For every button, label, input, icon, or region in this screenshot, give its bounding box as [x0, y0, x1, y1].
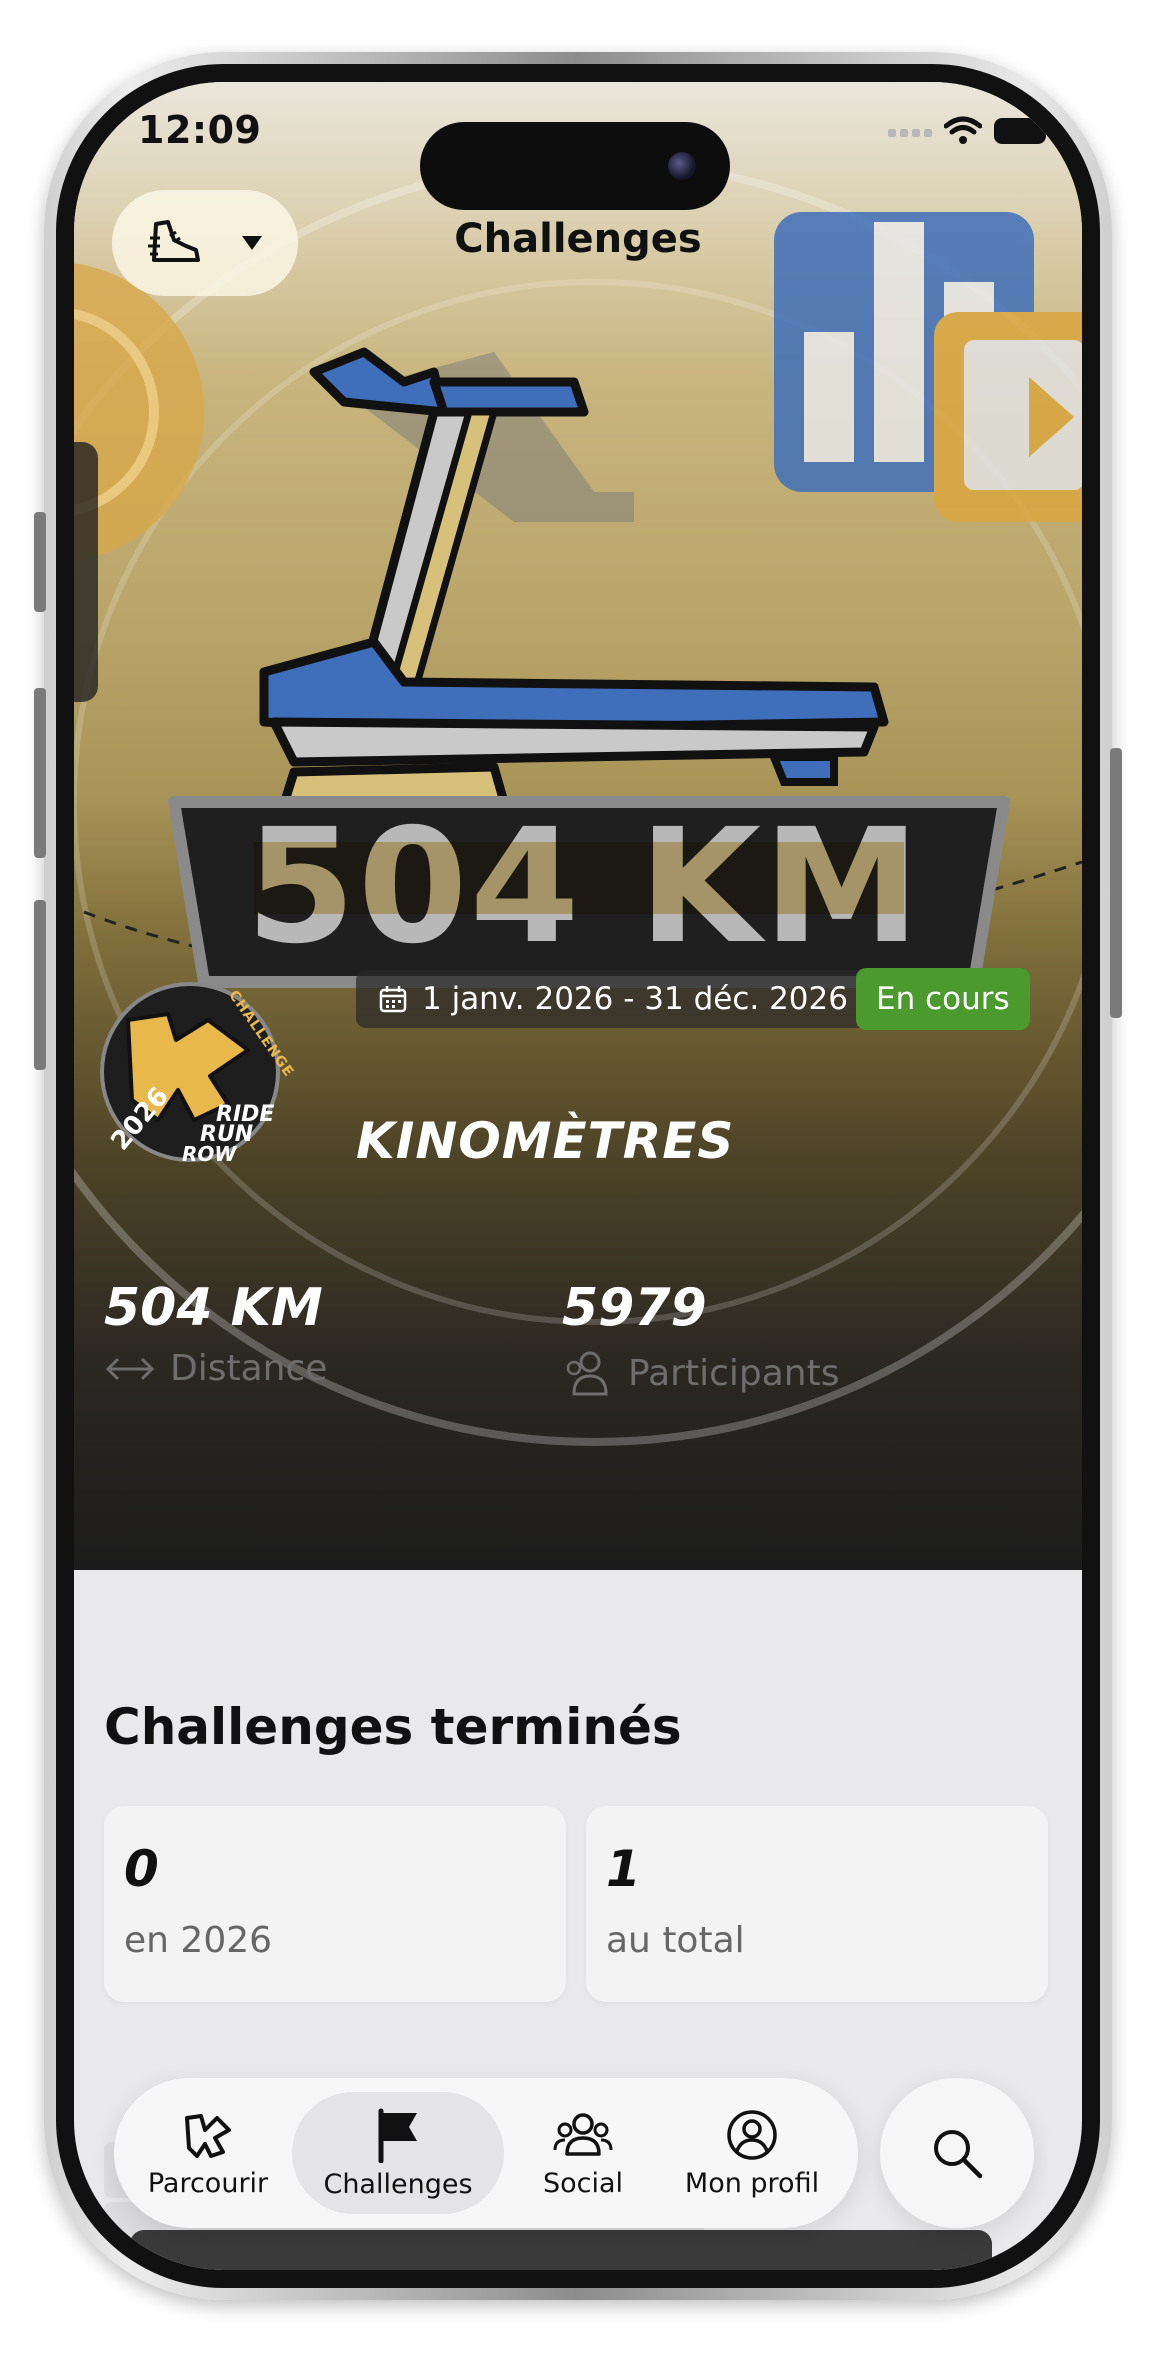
- stat-participants-label: Participants: [628, 1352, 840, 1394]
- wifi-icon: [944, 116, 982, 144]
- completed-section-title: Challenges terminés: [104, 1698, 682, 1756]
- stat-distance-label: Distance: [170, 1348, 328, 1389]
- battery-icon: [994, 118, 1051, 144]
- action-button: [34, 512, 46, 612]
- screen-title: Challenges: [454, 216, 702, 262]
- stat-participants: 5979 Participants: [562, 1278, 839, 1398]
- stat-distance-value: 504 KM: [104, 1278, 323, 1338]
- date-range-pill: 1 janv. 2026 - 31 déc. 2026: [356, 970, 870, 1028]
- completed-year-card[interactable]: 0 en 2026: [104, 1806, 566, 2002]
- power-button: [1110, 748, 1122, 1018]
- search-button[interactable]: [880, 2078, 1034, 2228]
- dynamic-island: [420, 122, 730, 210]
- front-camera: [668, 152, 696, 180]
- tab-challenges-label: Challenges: [323, 2168, 473, 2200]
- tab-challenges[interactable]: Challenges: [292, 2092, 504, 2214]
- challenge-name: KINOMÈTRES: [356, 1112, 735, 1170]
- tab-parcourir[interactable]: Parcourir: [128, 2092, 288, 2214]
- kinomap-logo-icon: [185, 2113, 231, 2158]
- completed-total-label: au total: [606, 1920, 745, 1961]
- stat-participants-value: 5979: [562, 1278, 707, 1338]
- flag-icon: [378, 2108, 417, 2163]
- completed-year-label: en 2026: [124, 1920, 273, 1961]
- badge-row: ROW: [182, 1142, 237, 1166]
- app-screen: 504 KM 12:09: [74, 82, 1082, 2270]
- volume-up-button: [34, 688, 46, 858]
- challenge-hero[interactable]: 504 KM 12:09: [74, 82, 1082, 1570]
- completed-total-value: 1: [606, 1840, 641, 1898]
- signal-icon: [888, 129, 932, 137]
- arrows-horizontal-icon: [105, 1357, 155, 1380]
- tab-social[interactable]: Social: [508, 2092, 658, 2214]
- calendar-icon: [379, 986, 407, 1013]
- next-section-card-strip: [130, 2230, 992, 2270]
- date-range-text: 1 janv. 2026 - 31 déc. 2026: [422, 981, 848, 1017]
- status-badge: En cours: [856, 968, 1030, 1030]
- people-icon: [553, 2112, 613, 2156]
- challenge-badge: 2026 CHALLENGE RIDE RUN ROW: [98, 980, 297, 1166]
- tab-profile[interactable]: Mon profil: [662, 2092, 842, 2214]
- tab-parcourir-label: Parcourir: [147, 2167, 269, 2199]
- hero-banner-overlay: [254, 842, 904, 914]
- volume-down-button: [34, 900, 46, 1070]
- people-icon: [566, 1351, 608, 1396]
- completed-year-value: 0: [124, 1840, 159, 1898]
- completed-total-card[interactable]: 1 au total: [586, 1806, 1048, 2002]
- tab-social-label: Social: [542, 2167, 624, 2199]
- profile-icon: [727, 2109, 777, 2160]
- status-time: 12:09: [138, 108, 262, 152]
- tab-bar: Parcourir Challenges Social Mon profil: [114, 2078, 858, 2228]
- stat-distance: 504 KM Distance: [104, 1278, 327, 1389]
- tab-profile-label: Mon profil: [684, 2167, 820, 2199]
- status-icons: [888, 116, 1051, 146]
- search-icon: [934, 2130, 983, 2179]
